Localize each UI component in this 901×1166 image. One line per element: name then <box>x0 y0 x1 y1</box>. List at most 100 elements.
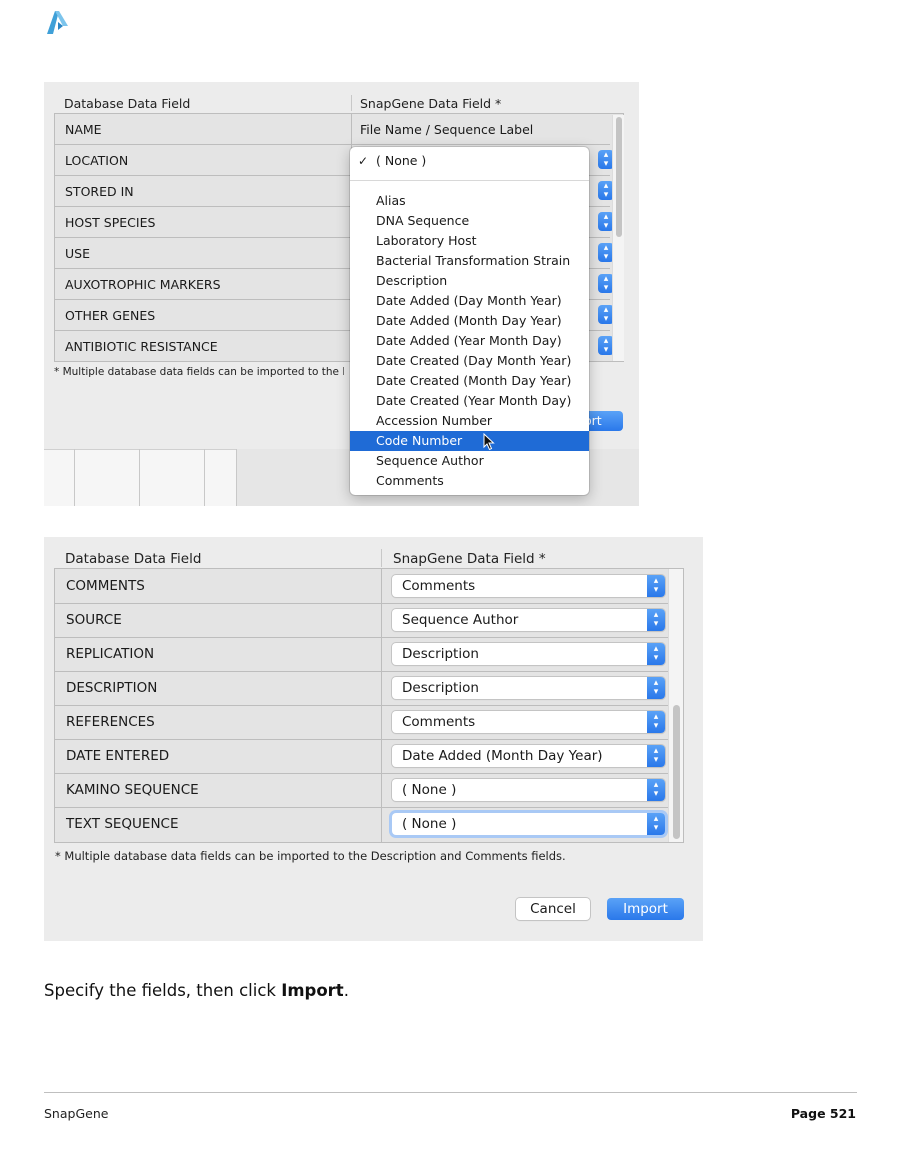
popup-value: Sequence Author <box>402 612 519 628</box>
checkmark-icon: ✓ <box>358 154 369 168</box>
header-database-field: Database Data Field <box>64 96 191 111</box>
table-row: TEXT SEQUENCE ( None ) ▴ ▾ <box>55 807 668 842</box>
field-dropdown-menu: ✓ ( None ) Alias DNA Sequence Laboratory… <box>350 147 589 495</box>
menu-item[interactable]: Bacterial Transformation Strain <box>350 251 589 271</box>
table-scrollbar[interactable] <box>668 569 683 842</box>
database-field-name: STORED IN <box>65 184 134 199</box>
cancel-button[interactable]: Cancel <box>516 898 590 920</box>
footer-page-number: Page 521 <box>790 1106 856 1121</box>
table-row: REPLICATION Description ▴ ▾ <box>55 637 668 672</box>
popup-value: Comments <box>402 578 476 594</box>
field-mapping-table: COMMENTS Comments ▴ ▾ SOURCE Sequence Aut… <box>54 568 684 843</box>
menu-item-none[interactable]: ✓ ( None ) <box>350 151 589 171</box>
footer-product-name: SnapGene <box>44 1106 109 1121</box>
database-field-name: TEXT SEQUENCE <box>66 816 179 832</box>
header-snapgene-field: SnapGene Data Field * <box>360 96 502 111</box>
instruction-prefix: Specify the fields, then click <box>44 981 282 1000</box>
popup-stepper-icon: ▴ ▾ <box>647 779 665 801</box>
menu-item[interactable]: Description <box>350 271 589 291</box>
popup-value: ( None ) <box>402 782 457 798</box>
table-row: KAMINO SEQUENCE ( None ) ▴ ▾ <box>55 773 668 808</box>
database-field-name: DATE ENTERED <box>66 748 170 764</box>
instruction-bold: Import <box>281 981 344 1000</box>
menu-item[interactable]: DNA Sequence <box>350 211 589 231</box>
popup-value: Date Added (Month Day Year) <box>402 748 603 764</box>
menu-item[interactable]: Date Created (Month Day Year) <box>350 371 589 391</box>
database-field-name: DESCRIPTION <box>66 680 158 696</box>
scrollbar-thumb[interactable] <box>616 117 622 237</box>
snapgene-field-popup[interactable]: Date Added (Month Day Year) ▴ ▾ <box>392 745 665 767</box>
database-field-name: ANTIBIOTIC RESISTANCE <box>65 339 218 354</box>
snapgene-field-popup[interactable]: Description ▴ ▾ <box>392 677 665 699</box>
footnote: * Multiple database data fields can be i… <box>55 849 566 863</box>
snapgene-field-popup[interactable]: Description ▴ ▾ <box>392 643 665 665</box>
popup-value: Description <box>402 646 479 662</box>
database-field-name: LOCATION <box>65 153 129 168</box>
snapgene-field-popup-focused[interactable]: ( None ) ▴ ▾ <box>392 813 665 835</box>
database-field-name: COMMENTS <box>66 578 145 594</box>
popup-stepper-icon: ▴ ▾ <box>647 813 665 835</box>
instruction-suffix: . <box>343 981 349 1000</box>
database-field-name: NAME <box>65 122 102 137</box>
menu-divider <box>350 180 589 181</box>
header-database-field: Database Data Field <box>65 551 202 567</box>
background-grid-line <box>139 449 140 506</box>
menu-item-highlighted[interactable]: Code Number <box>350 431 589 451</box>
background-grid-line <box>236 449 237 506</box>
footer-divider <box>44 1092 857 1093</box>
background-grid-line <box>74 449 75 506</box>
table-row: DESCRIPTION Description ▴ ▾ <box>55 671 668 706</box>
snapgene-field-popup[interactable]: ( None ) ▴ ▾ <box>392 779 665 801</box>
footnote: * Multiple database data fields can be i… <box>54 366 344 378</box>
snapgene-field-popup[interactable]: Comments ▴ ▾ <box>392 575 665 597</box>
table-row: NAME File Name / Sequence Label <box>55 114 610 145</box>
menu-item[interactable]: Date Added (Day Month Year) <box>350 291 589 311</box>
table-scrollbar[interactable] <box>612 115 624 361</box>
popup-stepper-icon: ▴ ▾ <box>647 711 665 733</box>
database-field-name: USE <box>65 246 90 261</box>
menu-item[interactable]: Date Added (Month Day Year) <box>350 311 589 331</box>
menu-item[interactable]: Date Created (Day Month Year) <box>350 351 589 371</box>
menu-item[interactable]: Sequence Author <box>350 451 589 471</box>
snapgene-field-popup[interactable]: Comments ▴ ▾ <box>392 711 665 733</box>
popup-stepper-icon: ▴ ▾ <box>647 677 665 699</box>
table-row: COMMENTS Comments ▴ ▾ <box>55 569 668 604</box>
popup-stepper-icon: ▴ ▾ <box>647 575 665 597</box>
database-field-name: KAMINO SEQUENCE <box>66 782 199 798</box>
import-dialog-panel-dropdown: Database Data Field SnapGene Data Field … <box>44 82 639 506</box>
snapgene-logo-icon <box>47 11 68 34</box>
scrollbar-thumb[interactable] <box>673 705 680 839</box>
menu-item-label: ( None ) <box>376 153 427 168</box>
popup-stepper-icon: ▴ ▾ <box>647 609 665 631</box>
database-field-name: HOST SPECIES <box>65 215 156 230</box>
popup-stepper-icon: ▴ ▾ <box>647 643 665 665</box>
instruction-text: Specify the fields, then click Import. <box>44 981 349 1000</box>
table-row: REFERENCES Comments ▴ ▾ <box>55 705 668 740</box>
popup-stepper-icon: ▴ ▾ <box>647 745 665 767</box>
database-field-name: REPLICATION <box>66 646 155 662</box>
menu-item[interactable]: Date Created (Year Month Day) <box>350 391 589 411</box>
import-button[interactable]: Import <box>607 898 684 920</box>
menu-item[interactable]: Alias <box>350 191 589 211</box>
menu-item[interactable]: Date Added (Year Month Day) <box>350 331 589 351</box>
import-dialog-panel: Database Data Field SnapGene Data Field … <box>44 537 703 941</box>
header-separator <box>381 549 382 567</box>
menu-item[interactable]: Laboratory Host <box>350 231 589 251</box>
database-field-name: SOURCE <box>66 612 122 628</box>
background-window-band <box>44 449 236 506</box>
mouse-pointer-icon <box>483 433 495 451</box>
menu-item[interactable]: Accession Number <box>350 411 589 431</box>
database-field-name: REFERENCES <box>66 714 155 730</box>
database-field-name: OTHER GENES <box>65 308 156 323</box>
snapgene-field-popup[interactable]: Sequence Author ▴ ▾ <box>392 609 665 631</box>
popup-value: Comments <box>402 714 476 730</box>
table-row: SOURCE Sequence Author ▴ ▾ <box>55 603 668 638</box>
header-separator <box>351 95 352 111</box>
menu-item[interactable]: Comments <box>350 471 589 491</box>
popup-value: ( None ) <box>402 816 457 832</box>
table-row: DATE ENTERED Date Added (Month Day Year)… <box>55 739 668 774</box>
snapgene-field-value: File Name / Sequence Label <box>360 122 534 137</box>
popup-value: Description <box>402 680 479 696</box>
database-field-name: AUXOTROPHIC MARKERS <box>65 277 221 292</box>
header-snapgene-field: SnapGene Data Field * <box>393 551 546 567</box>
